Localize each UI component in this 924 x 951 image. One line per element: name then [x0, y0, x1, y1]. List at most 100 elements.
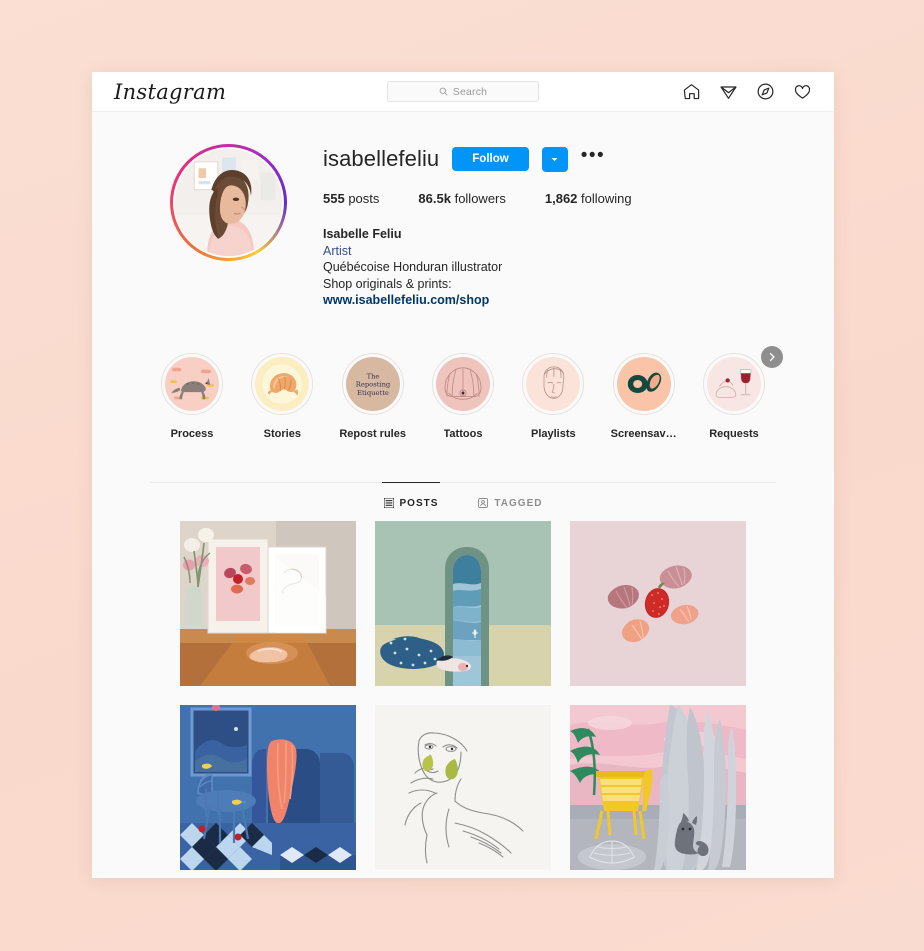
highlight-cover	[165, 356, 219, 411]
direct-paper-plane-icon[interactable]	[719, 82, 738, 101]
highlight-cover	[616, 356, 671, 411]
follow-dropdown-button[interactable]	[541, 146, 568, 172]
repost-text-icon: The Reposting Etiquette	[345, 356, 400, 411]
post-image-shells-pink	[570, 520, 746, 686]
highlight-tattoos[interactable]: Tattoos	[421, 352, 505, 440]
post-thumbnail[interactable]	[180, 704, 356, 870]
profile-options-button[interactable]: •••	[581, 146, 605, 167]
tab-posts[interactable]: POSTS	[381, 481, 441, 509]
nav-icon-group	[682, 82, 812, 101]
svg-text:Reposting: Reposting	[355, 380, 390, 388]
highlight-label: Process	[170, 427, 214, 440]
search-placeholder: Search	[452, 85, 488, 98]
post-thumbnail[interactable]	[180, 520, 356, 686]
chevron-right-icon	[769, 352, 775, 361]
stat-posts: 555 posts	[323, 191, 379, 206]
highlight-ring: The Reposting Etiquette	[341, 352, 404, 415]
activity-heart-icon[interactable]	[793, 82, 812, 101]
stat-followers-label: followers	[454, 191, 506, 206]
stat-following-value: 1,862	[544, 191, 578, 206]
highlight-requests[interactable]: Requests	[692, 352, 776, 440]
story-highlights-row: Process Stories The Reposting Etiquette …	[150, 309, 783, 440]
search-icon	[439, 87, 448, 96]
highlight-ring	[431, 352, 494, 415]
post-image-sunset-cat	[570, 704, 746, 870]
highlight-ring	[522, 352, 585, 415]
highlight-process[interactable]: Process	[150, 352, 234, 440]
highlight-ring	[161, 352, 223, 415]
profile-header: isabellefeliu Follow ••• 555 posts 86.5k…	[92, 112, 834, 309]
tab-posts-label: POSTS	[399, 497, 439, 509]
highlight-label: Tattoos	[443, 427, 483, 440]
highlight-repost-rules[interactable]: The Reposting Etiquette Repost rules	[331, 352, 415, 440]
cat-icon	[165, 356, 219, 411]
follow-button[interactable]: Follow	[452, 147, 529, 171]
highlight-cover	[255, 356, 310, 411]
svg-text:The: The	[366, 372, 379, 380]
stat-followers-value: 86.5k	[418, 191, 451, 206]
svg-text:Etiquette: Etiquette	[357, 388, 389, 396]
highlight-label: Stories	[263, 427, 301, 440]
wine-cake-icon	[706, 356, 761, 411]
profile-actions-row: isabellefeliu Follow •••	[323, 146, 632, 172]
abstract-shapes-icon	[616, 356, 671, 411]
post-thumbnail[interactable]	[570, 520, 746, 686]
post-image-blue-interior	[180, 704, 356, 870]
profile-tabs: POSTS TAGGED	[150, 481, 776, 509]
highlight-ring	[612, 352, 675, 415]
highlight-ring	[702, 352, 765, 415]
avatar-story-ring[interactable]	[170, 144, 287, 261]
top-navigation-bar: Instagram Search	[92, 72, 834, 112]
post-thumbnail[interactable]	[375, 704, 551, 870]
chevron-down-icon	[551, 157, 558, 161]
post-image-desk-prints	[180, 520, 356, 686]
instagram-logo[interactable]: Instagram	[114, 80, 226, 104]
profile-username: isabellefeliu	[323, 146, 440, 171]
profile-bio: Isabelle Feliu Artist Québécoise Hondura…	[323, 226, 632, 309]
stat-posts-value: 555	[323, 191, 345, 206]
highlight-screensavers[interactable]: Screensav…	[602, 352, 686, 440]
avatar	[173, 147, 284, 258]
tab-tagged[interactable]: TAGGED	[478, 483, 542, 509]
page-background: Instagram Search isabellefeliu Follow ••…	[0, 0, 924, 951]
grid-icon	[383, 498, 394, 508]
home-icon[interactable]	[682, 82, 701, 101]
avatar-photo	[175, 149, 282, 256]
post-grid	[92, 509, 834, 870]
highlight-ring	[251, 352, 314, 415]
highlight-cover: The Reposting Etiquette	[345, 356, 400, 411]
post-thumbnail[interactable]	[570, 704, 746, 870]
bio-full-name: Isabelle Feliu	[323, 227, 402, 241]
highlights-next-button[interactable]	[761, 345, 783, 368]
tagged-person-icon	[478, 498, 489, 508]
profile-info: isabellefeliu Follow ••• 555 posts 86.5k…	[287, 144, 632, 309]
highlight-label: Playlists	[530, 427, 576, 440]
stat-following-label: following	[581, 191, 632, 206]
post-image-line-face	[375, 704, 551, 870]
bio-line-2: Shop originals & prints:	[323, 276, 452, 291]
tab-tagged-label: TAGGED	[494, 497, 543, 509]
shell-icon	[435, 356, 490, 411]
stat-following[interactable]: 1,862 following	[545, 191, 632, 206]
highlight-cover	[435, 356, 490, 411]
face-line-art-icon	[526, 356, 581, 411]
post-image-arch-window	[375, 520, 551, 686]
highlight-label: Screensav…	[610, 427, 677, 440]
highlight-playlists[interactable]: Playlists	[511, 352, 595, 440]
highlight-cover	[706, 356, 761, 411]
bio-line-1: Québécoise Honduran illustrator	[323, 260, 503, 274]
highlight-cover	[526, 356, 581, 411]
highlight-label: Requests	[709, 427, 759, 440]
highlight-stories[interactable]: Stories	[240, 352, 324, 440]
post-thumbnail[interactable]	[375, 520, 551, 686]
explore-compass-icon[interactable]	[756, 82, 775, 101]
bio-category: Artist	[323, 243, 352, 258]
search-input[interactable]: Search	[387, 81, 539, 102]
croissant-icon	[255, 356, 310, 411]
highlight-label: Repost rules	[339, 427, 406, 440]
profile-stats: 555 posts 86.5k followers 1,862 followin…	[323, 191, 632, 206]
instagram-window: Instagram Search isabellefeliu Follow ••…	[92, 72, 834, 878]
bio-website-link[interactable]: www.isabellefeliu.com/shop	[323, 292, 632, 309]
stat-followers[interactable]: 86.5k followers	[418, 191, 505, 206]
stat-posts-label: posts	[348, 191, 380, 206]
